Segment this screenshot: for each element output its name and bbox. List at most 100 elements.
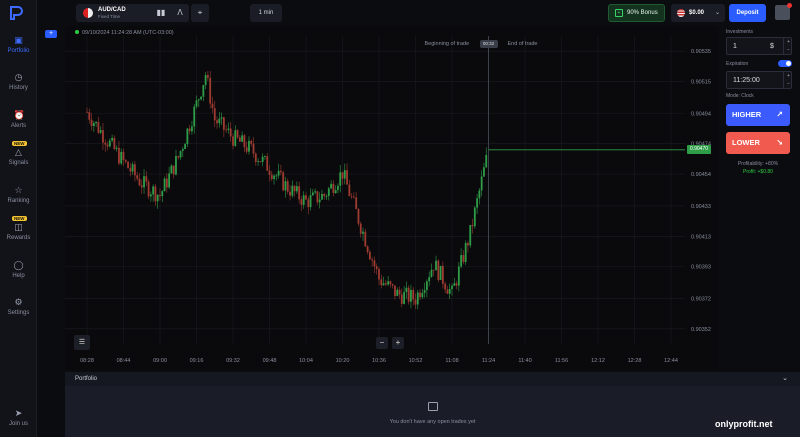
candle-body bbox=[165, 178, 168, 188]
chart-canvas[interactable]: 0.905350.905150.904940.904740.904540.904… bbox=[65, 26, 719, 370]
candle-body bbox=[232, 136, 234, 146]
candle-body bbox=[261, 156, 264, 162]
sidebar-item-signals[interactable]: NEW △ Signals bbox=[0, 141, 37, 166]
mode-label: Mode: Clock bbox=[726, 93, 754, 99]
candle-body bbox=[184, 144, 186, 150]
x-tick-label: 11:24 bbox=[482, 358, 495, 364]
portfolio-header[interactable]: Portfolio ⌄ bbox=[65, 372, 800, 386]
sidebar-item-alerts[interactable]: ⏰ Alerts bbox=[0, 110, 37, 129]
candle-body bbox=[480, 176, 483, 191]
expiration-value: 11:25:00 bbox=[733, 77, 760, 84]
lower-button[interactable]: LOWER ↘ bbox=[726, 132, 790, 154]
expiration-label: Expiration bbox=[726, 61, 749, 67]
live-dot bbox=[75, 30, 79, 34]
candle-body bbox=[154, 186, 157, 202]
candle-body bbox=[460, 255, 463, 267]
sidebar-item-rewards[interactable]: NEW ◫ Rewards bbox=[0, 216, 37, 241]
candle-body bbox=[250, 140, 253, 144]
increase-icon[interactable]: + bbox=[784, 72, 793, 80]
indicators-button[interactable]: ⌖ bbox=[191, 4, 209, 22]
candle-body bbox=[254, 153, 257, 162]
deposit-button[interactable]: Deposit bbox=[729, 4, 766, 22]
candle-body bbox=[291, 185, 294, 196]
x-tick-label: 09:00 bbox=[153, 358, 167, 364]
candle-body bbox=[471, 225, 474, 227]
candle-body bbox=[218, 118, 221, 124]
zoom-in-button[interactable]: + bbox=[392, 337, 404, 349]
telegram-icon: ➤ bbox=[14, 408, 23, 418]
candle-body bbox=[355, 197, 358, 210]
zoom-out-button[interactable]: − bbox=[376, 337, 388, 349]
drawing-tools-button[interactable]: Λ bbox=[171, 4, 189, 22]
candle-body bbox=[321, 193, 323, 200]
expiration-stepper[interactable]: + − bbox=[783, 72, 793, 88]
x-tick-label: 10:36 bbox=[372, 358, 386, 364]
topbar: AUD/CAD Fixed Time ⌄ ▮▮ Λ ⌖ 1 min + 90% … bbox=[37, 0, 800, 26]
add-chart-button[interactable]: + bbox=[45, 30, 57, 38]
x-tick-label: 11:08 bbox=[445, 358, 458, 364]
chevron-down-icon: ⌄ bbox=[714, 10, 720, 16]
candle-body bbox=[225, 129, 228, 131]
chart-settings-button[interactable]: ☰ bbox=[74, 335, 90, 350]
avatar[interactable] bbox=[775, 3, 792, 20]
expiration-toggle[interactable] bbox=[778, 60, 792, 67]
candle-body bbox=[216, 120, 218, 124]
trade-timer: 00:32 bbox=[479, 40, 498, 48]
candle-body bbox=[124, 160, 127, 162]
price-chart[interactable]: 0.905350.905150.904940.904740.904540.904… bbox=[65, 26, 719, 370]
candle-body bbox=[364, 231, 367, 247]
candle-body bbox=[280, 170, 282, 173]
notification-dot bbox=[787, 3, 792, 8]
y-tick-label: 0.90494 bbox=[691, 111, 711, 117]
balance-selector[interactable]: $0.00 ⌄ bbox=[671, 4, 725, 22]
candle-body bbox=[311, 192, 314, 196]
candle-body bbox=[220, 117, 223, 119]
sidebar-item-settings[interactable]: ⚙ Settings bbox=[0, 297, 37, 316]
investment-stepper[interactable]: + − bbox=[783, 38, 793, 54]
end-of-trade-label: End of trade bbox=[507, 41, 538, 47]
x-tick-label: 12:12 bbox=[591, 358, 605, 364]
decrease-icon[interactable]: − bbox=[784, 80, 793, 88]
trading-app: ▣ Portfolio ◷ History ⏰ Alerts NEW △ Sig… bbox=[0, 0, 800, 437]
candle-body bbox=[286, 181, 289, 192]
increase-icon[interactable]: + bbox=[784, 38, 793, 46]
candle-body bbox=[106, 144, 109, 147]
sidebar-item-label: Ranking bbox=[7, 198, 30, 204]
timeframe-button[interactable]: 1 min bbox=[250, 4, 282, 22]
candle-body bbox=[362, 231, 364, 234]
candle-body bbox=[238, 137, 241, 142]
candle-body bbox=[191, 126, 193, 132]
candle-body bbox=[400, 294, 403, 304]
expiration-input[interactable]: 11:25:00 + − bbox=[726, 71, 792, 89]
candle-body bbox=[134, 164, 136, 176]
sidebar-item-label: Settings bbox=[7, 310, 30, 316]
bonus-button[interactable]: + 90% Bonus bbox=[608, 4, 665, 22]
candle-body bbox=[371, 259, 374, 261]
candle-body bbox=[403, 291, 405, 304]
sidebar-item-history[interactable]: ◷ History bbox=[0, 72, 37, 91]
candle-body bbox=[375, 266, 378, 269]
chart-type-button[interactable]: ▮▮ bbox=[152, 4, 170, 22]
candle-body bbox=[419, 292, 421, 298]
join-us-button[interactable]: ➤ Join us bbox=[0, 408, 37, 427]
candle-body bbox=[398, 289, 401, 295]
candle-body bbox=[457, 266, 460, 286]
candle-body bbox=[325, 195, 328, 197]
gift-icon: ◫ bbox=[14, 222, 23, 232]
candle-body bbox=[177, 156, 180, 158]
higher-button[interactable]: HIGHER ↗ bbox=[726, 104, 790, 126]
candle-body bbox=[113, 137, 116, 149]
candle-body bbox=[236, 130, 239, 138]
candle-body bbox=[334, 190, 337, 194]
candle-body bbox=[145, 176, 148, 182]
candle-body bbox=[298, 186, 301, 200]
sidebar-item-help[interactable]: ◯ Help bbox=[0, 260, 37, 279]
sidebar-item-ranking[interactable]: ☆ Ranking bbox=[0, 185, 37, 204]
profitability-text: Profitability: +80% bbox=[737, 161, 779, 167]
x-tick-label: 10:52 bbox=[409, 358, 423, 364]
decrease-icon[interactable]: − bbox=[784, 46, 793, 54]
sidebar-item-portfolio[interactable]: ▣ Portfolio bbox=[0, 35, 37, 54]
chevron-down-icon[interactable]: ⌄ bbox=[782, 372, 788, 386]
investment-input[interactable]: 1 $ + − bbox=[726, 37, 792, 55]
investment-value: 1 bbox=[733, 43, 737, 50]
